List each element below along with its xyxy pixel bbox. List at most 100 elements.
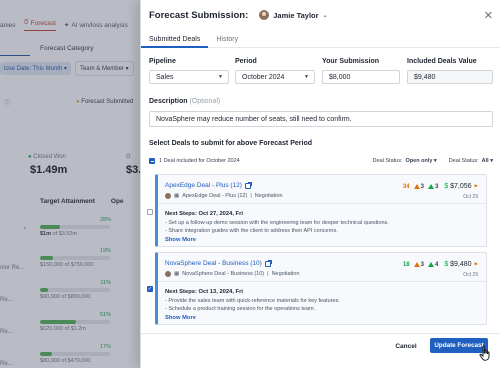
warning-icon [413, 184, 420, 189]
deal-amount: $ $9,480 ⚑ [444, 261, 478, 268]
included-count-text: 1 Deal included for October 2024 [159, 158, 240, 164]
submission-value: $8,000 [329, 73, 351, 81]
positive-count-value: 3 [434, 183, 439, 190]
deal-card: ApexEdge Deal - Plus (12) ▦ ApexEdge Dea… [155, 174, 487, 247]
dollar-circle-icon: $ [444, 261, 449, 268]
deal-amount: $ $7,056 ⚑ [444, 183, 478, 190]
description-input[interactable]: NovaSphere may reduce number of seats, s… [149, 111, 493, 127]
positive-count-value: 4 [434, 261, 439, 268]
pipeline-label: Pipeline [149, 58, 176, 65]
deal-metrics: 18 3 4 $ $9,480 ⚑ [403, 261, 478, 268]
close-icon[interactable]: ✕ [484, 9, 493, 22]
period-label: Period [235, 58, 257, 65]
positive-icon [427, 262, 434, 267]
chevron-down-icon: ⌄ [322, 12, 328, 19]
warning-count-value: 3 [420, 183, 424, 190]
divider [158, 203, 486, 204]
period-value: October 2024 [242, 73, 285, 81]
warning-count-value: 3 [420, 261, 424, 268]
period-select[interactable]: October 2024 ▼ [235, 70, 315, 84]
deal-checkbox[interactable] [147, 209, 153, 215]
drawer-title: Forecast Submission: [149, 9, 249, 21]
deal-checkbox[interactable]: ✓ [147, 286, 153, 292]
included-deals-value: $9,480 [414, 73, 436, 81]
divider [158, 281, 486, 282]
external-link-icon [244, 181, 252, 189]
warning-count: 3 [413, 183, 424, 190]
next-step-item: - Schedule a product training session fo… [165, 306, 316, 312]
drawer-header: Forecast Submission: Jamie Taylor ⌄ ✕ [141, 0, 500, 30]
pipeline-value: Sales [156, 73, 174, 81]
warning-icon [413, 262, 420, 267]
description-optional: (Optional) [189, 98, 221, 105]
cancel-button[interactable]: Cancel [392, 339, 420, 353]
included-deals-label: Included Deals Value [407, 58, 477, 65]
external-link-icon [264, 259, 272, 267]
hand-cursor-icon [479, 345, 490, 361]
modal-overlay[interactable] [0, 0, 140, 368]
deal-stage: Negotiation [254, 193, 283, 199]
deal-score: 18 [402, 261, 410, 268]
deal-close-date: Oct 29 [463, 194, 478, 200]
chevron-down-icon: ▼ [218, 74, 223, 80]
deal-company: ApexEdge Deal - Plus (12) [182, 193, 248, 199]
deal-name: ApexEdge Deal - Plus (12) [165, 182, 242, 189]
description-label: Description (Optional) [149, 98, 220, 105]
next-step-item: - Share integration guides with the clie… [165, 228, 338, 234]
dollar-circle-icon: $ [444, 183, 449, 190]
meta-separator: | [267, 271, 269, 277]
tab-history[interactable]: History [208, 30, 246, 48]
owner-name: Jamie Taylor [273, 10, 319, 20]
deal-meta: ▦ NovaSphere Deal - Business (10) | Nego… [165, 271, 299, 277]
included-deals-value-field: $9,480 [407, 70, 493, 84]
deal-status-filter-open[interactable]: Open only ▾ [406, 158, 437, 164]
avatar [165, 193, 171, 199]
show-more-link[interactable]: Show More [165, 315, 196, 321]
next-step-item: - Provide the sales team with quick-refe… [165, 298, 340, 304]
deal-status-filter-all[interactable]: All ▾ [482, 158, 493, 164]
deal-score: 34 [402, 183, 410, 190]
deal-status-value: Open only [405, 158, 433, 164]
avatar [259, 10, 270, 20]
tab-submitted-deals[interactable]: Submitted Deals [141, 30, 209, 48]
deal-name-link[interactable]: ApexEdge Deal - Plus (12) [165, 181, 252, 189]
deal-card: NovaSphere Deal - Business (10) ▦ NovaSp… [155, 252, 487, 325]
positive-count: 4 [427, 261, 439, 268]
select-all-checkbox[interactable] [149, 158, 155, 164]
submission-label: Your Submission [322, 58, 380, 65]
deal-status-label: Deal Status: [372, 158, 403, 164]
select-deals-title: Select Deals to submit for above Forecas… [149, 140, 312, 147]
owner-selector[interactable]: Jamie Taylor ⌄ [259, 10, 328, 20]
next-steps-title: Next Steps: Oct 27, 2024, Fri [165, 211, 243, 217]
deal-company: NovaSphere Deal - Business (10) [182, 271, 265, 277]
deals-toolbar: 1 Deal included for October 2024 Deal St… [149, 156, 493, 166]
deal-status-value: All [481, 158, 489, 164]
submission-input[interactable]: $8,000 [322, 70, 400, 84]
company-icon: ▦ [174, 193, 180, 199]
pipeline-select[interactable]: Sales ▼ [149, 70, 229, 84]
chevron-down-icon: ▼ [304, 74, 309, 80]
deal-metrics: 34 3 3 $ $7,056 ⚑ [403, 183, 478, 190]
deal-name-link[interactable]: NovaSphere Deal - Business (10) [165, 259, 272, 267]
flag-icon: ⚑ [473, 184, 478, 190]
next-steps-title: Next Steps: Oct 13, 2024, Fri [165, 289, 243, 295]
positive-icon [427, 184, 434, 189]
deal-meta: ▦ ApexEdge Deal - Plus (12) | Negotiatio… [165, 193, 283, 199]
next-step-item: - Set up a follow-up demo session with t… [165, 220, 389, 226]
deal-status-label: Deal Status: [448, 158, 479, 164]
positive-count: 3 [427, 183, 439, 190]
warning-count: 3 [413, 261, 424, 268]
drawer-tabs: Submitted Deals History [141, 30, 500, 48]
company-icon: ▦ [174, 271, 180, 277]
footer-divider [140, 333, 500, 334]
deal-amount-value: $9,480 [450, 261, 472, 268]
deal-stage: Negotiation [271, 271, 300, 277]
description-label-text: Description [149, 98, 188, 105]
avatar [165, 271, 171, 277]
deal-amount-value: $7,056 [450, 183, 472, 190]
deal-close-date: Oct 29 [463, 272, 478, 278]
deal-name: NovaSphere Deal - Business (10) [165, 260, 262, 267]
flag-icon: ⚑ [473, 262, 478, 268]
show-more-link[interactable]: Show More [165, 237, 196, 243]
meta-separator: | [250, 193, 252, 199]
